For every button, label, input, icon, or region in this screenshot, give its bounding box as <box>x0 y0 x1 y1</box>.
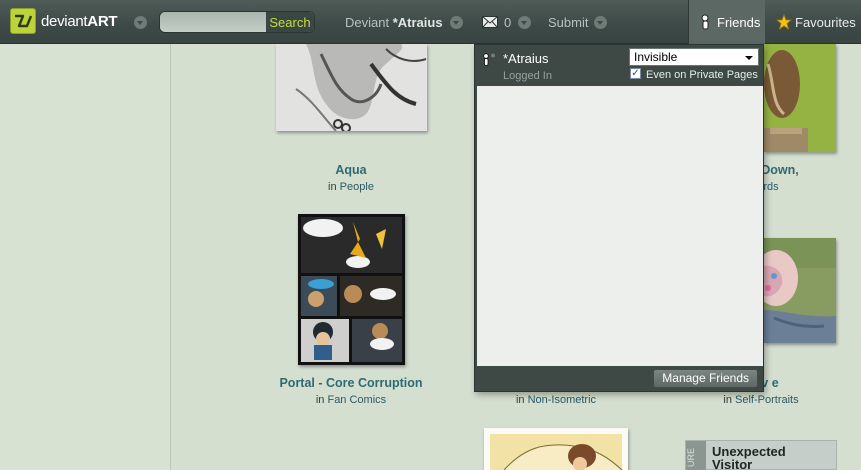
feature-card-side-label: URE <box>686 441 706 470</box>
left-sidebar <box>0 44 171 470</box>
category-link[interactable]: rds <box>763 181 778 193</box>
chevron-down-icon[interactable] <box>450 16 463 29</box>
friends-panel-status: Logged In <box>503 70 552 82</box>
search-box: Search <box>159 11 315 33</box>
user-menu-prefix: Deviant <box>345 15 390 30</box>
private-pages-checkbox[interactable]: ✓ <box>630 68 641 79</box>
favourites-link[interactable]: Favourites <box>795 15 856 30</box>
search-input[interactable] <box>160 12 267 32</box>
feature-card[interactable]: URE Unexpected Visitor <box>685 440 837 470</box>
deviantart-logo[interactable]: deviantART <box>10 8 118 34</box>
thumbnail-owl[interactable] <box>764 44 836 152</box>
category-link[interactable]: Self-Portraits <box>735 394 799 406</box>
friends-tab[interactable]: Friends <box>688 0 765 44</box>
artwork-title[interactable]: Aqua <box>335 163 366 177</box>
comic-artwork <box>298 214 405 365</box>
comic-page-artwork <box>484 428 628 470</box>
search-button[interactable]: Search <box>266 12 314 32</box>
friends-tab-label: Friends <box>717 15 761 30</box>
feature-card-title: Unexpected Visitor <box>712 444 786 470</box>
user-status-icon <box>482 53 496 70</box>
artwork-title[interactable]: Down, <box>761 163 799 177</box>
drawing-artwork <box>276 44 427 131</box>
artwork-title[interactable]: Portal - Core Corruption <box>279 376 422 390</box>
friends-icon <box>700 14 712 33</box>
category-prefix: in <box>723 394 732 406</box>
category-link[interactable]: People <box>340 181 374 193</box>
logo-wordmark: deviantART <box>41 12 118 30</box>
chevron-down-icon[interactable] <box>594 16 607 29</box>
artwork-category: rds <box>763 181 778 193</box>
portrait-photo <box>764 238 836 343</box>
private-pages-label: Even on Private Pages <box>646 69 758 81</box>
category-prefix: in <box>315 394 325 406</box>
thumbnail-aqua[interactable] <box>276 44 427 131</box>
username-label: *Atraius <box>392 15 443 30</box>
category-link[interactable]: Non-Isometric <box>528 394 596 406</box>
chevron-down-icon[interactable] <box>134 16 147 29</box>
visibility-selected-value: Invisible <box>634 50 678 64</box>
chevron-down-icon[interactable] <box>518 16 531 29</box>
thumbnail-self-portrait[interactable] <box>764 238 836 343</box>
manage-friends-button[interactable]: Manage Friends <box>653 369 758 388</box>
thumbnail-comic-page[interactable] <box>484 428 628 470</box>
friends-panel-username: *Atraius <box>503 51 549 66</box>
friends-list[interactable] <box>477 86 763 366</box>
thumbnail-portal-comic[interactable] <box>298 214 405 365</box>
visibility-select[interactable]: Invisible <box>629 48 759 66</box>
artwork-category: in Self-Portraits <box>723 394 798 406</box>
friends-dropdown-panel: *Atraius Logged In Invisible ✓ Even on P… <box>474 44 764 392</box>
category-prefix: in <box>328 181 337 193</box>
category-link[interactable]: Fan Comics <box>327 394 386 406</box>
owl-photo <box>764 44 836 152</box>
dropdown-arrow-icon <box>745 56 753 60</box>
artwork-category: in Non-Isometric <box>516 394 596 406</box>
category-prefix: in <box>515 394 525 406</box>
artwork-category: in Fan Comics <box>316 394 386 406</box>
message-count[interactable]: 0 <box>504 15 511 30</box>
user-menu[interactable]: Deviant *Atraius <box>345 15 443 30</box>
envelope-icon[interactable] <box>482 16 498 31</box>
star-icon[interactable] <box>775 13 793 33</box>
top-navigation-bar: deviantART Search Deviant *Atraius 0 Sub… <box>0 0 861 44</box>
deviantart-logo-icon <box>10 8 36 34</box>
submit-link[interactable]: Submit <box>548 15 588 30</box>
artwork-category: in People <box>328 181 374 193</box>
